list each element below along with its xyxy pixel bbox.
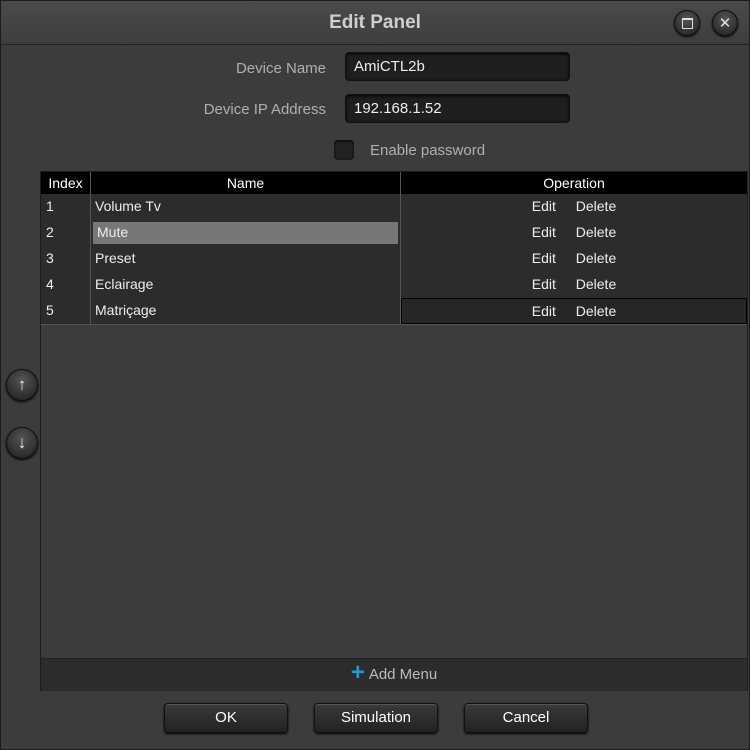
arrow-up-icon: ↑ (17, 375, 27, 394)
maximize-button[interactable] (674, 10, 700, 36)
row-operation: Edit Delete (401, 272, 747, 298)
device-name-label: Device Name (235, 60, 326, 77)
enable-password-checkbox[interactable] (334, 140, 354, 160)
title-bar: Edit Panel ✕ (1, 1, 749, 45)
add-menu-button[interactable]: + Add Menu (41, 658, 747, 691)
row-index: 3 (41, 246, 91, 272)
maximize-icon (681, 17, 693, 29)
plus-icon: + (350, 659, 365, 687)
device-name-field[interactable]: AmiCTL2b (345, 52, 570, 81)
row-name[interactable]: Matriçage (91, 298, 401, 324)
row-name[interactable]: Preset (91, 246, 401, 272)
delete-link[interactable]: Delete (576, 194, 616, 218)
row-operation: Edit Delete (401, 194, 747, 220)
edit-link[interactable]: Edit (532, 272, 556, 296)
ok-button[interactable]: OK (164, 703, 288, 733)
enable-password-label: Enable password (370, 142, 486, 159)
row-name-text: Mute (93, 222, 398, 244)
delete-link[interactable]: Delete (576, 246, 616, 270)
table-header: Index Name Operation (41, 172, 747, 194)
device-ip-field[interactable]: 192.168.1.52 (345, 94, 570, 123)
row-operation: Edit Delete (401, 298, 747, 324)
column-header-index: Index (41, 172, 91, 194)
window-title: Edit Panel (329, 12, 421, 33)
delete-link[interactable]: Delete (576, 272, 616, 296)
menu-table: Index Name Operation 1 Volume Tv Edit De… (40, 171, 748, 691)
move-up-button[interactable]: ↑ (6, 369, 38, 401)
edit-link[interactable]: Edit (532, 299, 556, 323)
column-header-name: Name (91, 172, 401, 194)
row-operation: Edit Delete (401, 246, 747, 272)
table-row[interactable]: 3 Preset Edit Delete (41, 246, 747, 273)
edit-link[interactable]: Edit (532, 220, 556, 244)
close-button[interactable]: ✕ (712, 10, 738, 36)
row-operation: Edit Delete (401, 220, 747, 246)
column-header-operation: Operation (543, 175, 605, 191)
row-index: 1 (41, 194, 91, 220)
table-row[interactable]: 4 Eclairage Edit Delete (41, 272, 747, 299)
delete-link[interactable]: Delete (576, 220, 616, 244)
simulation-button[interactable]: Simulation (314, 703, 438, 733)
row-name[interactable]: Eclairage (91, 272, 401, 298)
add-menu-label: Add Menu (368, 666, 438, 683)
table-row[interactable]: 5 Matriçage Edit Delete (41, 298, 747, 325)
close-icon: ✕ (718, 14, 732, 32)
row-name[interactable]: Volume Tv (91, 194, 401, 220)
delete-link[interactable]: Delete (576, 299, 616, 323)
cancel-button[interactable]: Cancel (464, 703, 588, 733)
arrow-down-icon: ↓ (17, 433, 27, 452)
row-name[interactable]: Mute (91, 220, 401, 246)
row-index: 4 (41, 272, 91, 298)
edit-link[interactable]: Edit (532, 246, 556, 270)
row-index: 5 (41, 298, 91, 324)
move-down-button[interactable]: ↓ (6, 427, 38, 459)
row-index: 2 (41, 220, 91, 246)
edit-panel-window: Edit Panel ✕ Device Name AmiCTL2b Device… (0, 0, 750, 750)
device-ip-label: Device IP Address (203, 101, 326, 118)
table-row[interactable]: 2 Mute Edit Delete (41, 220, 747, 247)
edit-link[interactable]: Edit (532, 194, 556, 218)
table-row[interactable]: 1 Volume Tv Edit Delete (41, 194, 747, 221)
